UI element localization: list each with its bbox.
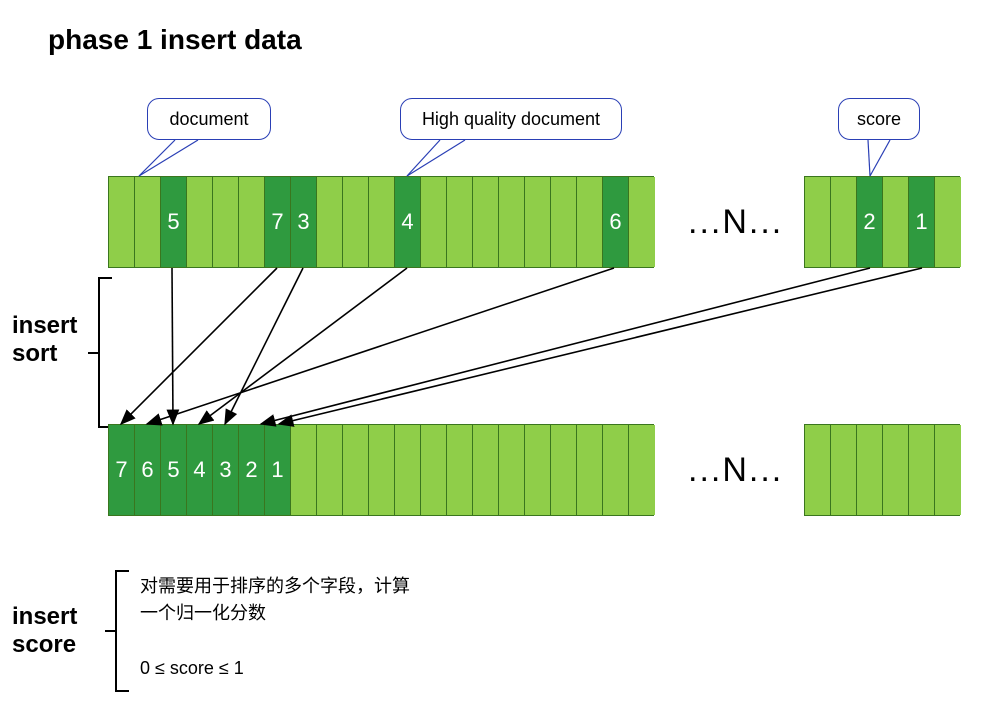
- cell: 1: [909, 177, 935, 267]
- note-range: 0 ≤ score ≤ 1: [140, 655, 244, 683]
- diagram-canvas: phase 1 insert data document High qualit…: [0, 0, 999, 724]
- cell: 2: [239, 425, 265, 515]
- cell: [421, 177, 447, 267]
- cell: [317, 177, 343, 267]
- bottom-right-strip: [804, 424, 960, 516]
- cell: [109, 177, 135, 267]
- cell: [187, 177, 213, 267]
- cell: [805, 177, 831, 267]
- page-title: phase 1 insert data: [48, 24, 302, 56]
- cell: 3: [291, 177, 317, 267]
- cell: 4: [395, 177, 421, 267]
- cell: [525, 425, 551, 515]
- label-insert-score: insert score: [12, 603, 77, 658]
- cell: [831, 177, 857, 267]
- cell: 4: [187, 425, 213, 515]
- cell: 6: [135, 425, 161, 515]
- cell: 6: [603, 177, 629, 267]
- ellipsis-n-top: ...N...: [688, 203, 783, 242]
- callout-document: document: [147, 98, 271, 140]
- cell: [883, 177, 909, 267]
- cell: 1: [265, 425, 291, 515]
- callout-hq-document: High quality document: [400, 98, 622, 140]
- cell: [239, 177, 265, 267]
- top-right-strip: 21: [804, 176, 960, 268]
- cell: [473, 425, 499, 515]
- cell: [525, 177, 551, 267]
- cell: [935, 425, 961, 515]
- cell: [499, 177, 525, 267]
- cell: 3: [213, 425, 239, 515]
- cell: [343, 425, 369, 515]
- cell: [883, 425, 909, 515]
- cell: [831, 425, 857, 515]
- cell: [369, 177, 395, 267]
- cell: [343, 177, 369, 267]
- cell: [135, 177, 161, 267]
- cell: [551, 177, 577, 267]
- ellipsis-n-bottom: ...N...: [688, 451, 783, 490]
- cell: [447, 425, 473, 515]
- cell: [291, 425, 317, 515]
- cell: 7: [109, 425, 135, 515]
- cell: [499, 425, 525, 515]
- cell: [629, 177, 655, 267]
- cell: [447, 177, 473, 267]
- cell: 7: [265, 177, 291, 267]
- cell: 5: [161, 177, 187, 267]
- cell: [213, 177, 239, 267]
- cell: [577, 177, 603, 267]
- bottom-left-strip: 7654321: [108, 424, 654, 516]
- cell: 5: [161, 425, 187, 515]
- callout-score: score: [838, 98, 920, 140]
- cell: [577, 425, 603, 515]
- note-zh-1: 对需要用于排序的多个字段，计算: [140, 573, 410, 601]
- cell: [473, 177, 499, 267]
- cell: [603, 425, 629, 515]
- cell: [551, 425, 577, 515]
- top-left-strip: 5734 6: [108, 176, 654, 268]
- cell: 2: [857, 177, 883, 267]
- cell: [395, 425, 421, 515]
- bracket-insert-score: [115, 570, 129, 692]
- note-zh-2: 一个归一化分数: [140, 600, 266, 628]
- cell: [629, 425, 655, 515]
- label-insert-sort: insert sort: [12, 312, 77, 367]
- cell: [421, 425, 447, 515]
- bracket-insert-sort: [98, 277, 112, 428]
- cell: [317, 425, 343, 515]
- cell: [909, 425, 935, 515]
- cell: [805, 425, 831, 515]
- cell: [935, 177, 961, 267]
- cell: [369, 425, 395, 515]
- cell: [857, 425, 883, 515]
